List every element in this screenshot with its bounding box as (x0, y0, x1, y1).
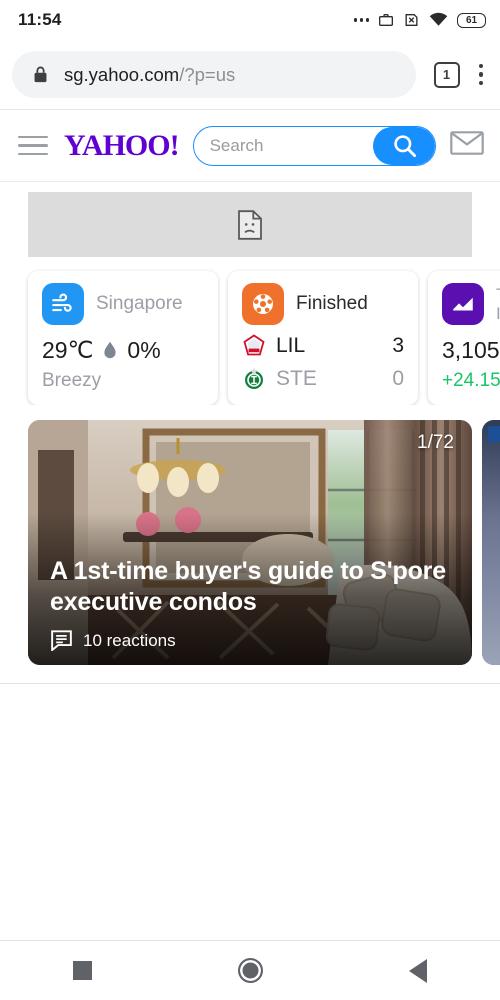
story-card[interactable]: 1/72 A 1st-time buyer's guide to S'pore … (28, 420, 472, 665)
browser-menu-button[interactable] (472, 58, 491, 92)
sports-team-name: STE (276, 367, 317, 390)
status-bar: 11:54 61 (0, 0, 500, 40)
wifi-icon (429, 12, 448, 26)
sports-row-away: STE 0 (242, 367, 404, 391)
story-carousel[interactable]: 1/72 A 1st-time buyer's guide to S'pore … (0, 405, 500, 665)
search-input[interactable] (193, 135, 373, 156)
story-title[interactable]: A 1st-time buyer's guide to S'pore execu… (50, 556, 450, 618)
raindrop-icon (104, 341, 117, 359)
finance-card[interactable]: Ti In 3,105.9 +24.15 ( (428, 271, 500, 405)
broken-image-icon (238, 209, 262, 240)
magnifier-icon (393, 135, 416, 158)
tab-count-label: 1 (442, 67, 451, 82)
story-reactions[interactable]: 10 reactions (50, 630, 450, 651)
finance-index-name: Ti In (496, 285, 500, 323)
story-photo-next (482, 420, 500, 665)
weather-readings: 29℃ 0% (42, 337, 204, 364)
story-counter: 1/72 (417, 432, 454, 453)
sports-team-name: LIL (276, 334, 306, 357)
android-nav-bar (0, 940, 500, 1000)
web-page-viewport: YAHOO! Search Singapore 29℃ 0% Breezy Fi… (0, 110, 500, 940)
url-domain: sg.yahoo.com (64, 63, 180, 85)
finance-value: 3,105.9 (442, 337, 500, 363)
envelope-icon[interactable] (450, 130, 484, 161)
page-filler (0, 684, 500, 940)
url-bar[interactable]: sg.yahoo.com/?p=us (12, 51, 416, 98)
saint-etienne-crest-icon (245, 367, 263, 389)
sports-card[interactable]: Finished LIL 3 STE 0 (228, 271, 418, 405)
finance-index-line2: In (496, 304, 500, 323)
finance-change: +24.15 ( (442, 370, 500, 391)
info-card-strip: Singapore 29℃ 0% Breezy Finished LIL 3 S… (0, 257, 500, 405)
more-dots-icon (353, 18, 369, 22)
wind-icon (42, 283, 84, 325)
lock-icon (34, 66, 47, 83)
soccer-ball-icon (242, 283, 284, 325)
status-icon-group: 61 (353, 12, 486, 28)
story-overlay: A 1st-time buyer's guide to S'pore execu… (50, 556, 450, 651)
weather-card[interactable]: Singapore 29℃ 0% Breezy (28, 271, 218, 405)
sports-team-score: 3 (392, 334, 404, 357)
weather-precipitation: 0% (127, 337, 161, 363)
weather-temperature: 29℃ (42, 337, 94, 363)
home-circle-icon[interactable] (238, 958, 263, 983)
yahoo-logo[interactable]: YAHOO! (64, 130, 180, 161)
sports-team-score: 0 (392, 367, 404, 390)
ad-slot (28, 192, 472, 257)
line-chart-icon (442, 283, 484, 325)
story-card-next[interactable] (482, 420, 500, 665)
battery-indicator: 61 (457, 12, 486, 28)
finance-card-header: Ti In (442, 283, 500, 325)
search-bar[interactable] (192, 125, 436, 166)
no-sim-icon (405, 14, 418, 26)
sports-row-home: LIL 3 (242, 334, 404, 358)
sports-status: Finished (296, 293, 368, 314)
sports-card-header: Finished (242, 283, 404, 325)
lille-crest-icon (243, 334, 265, 356)
status-time: 11:54 (18, 10, 62, 29)
yahoo-site-header: YAHOO! (0, 110, 500, 182)
story-reactions-label: 10 reactions (83, 630, 176, 650)
battery-level: 61 (465, 14, 478, 26)
tab-switcher-button[interactable]: 1 (433, 61, 460, 88)
work-briefcase-icon (379, 14, 393, 26)
hamburger-menu-icon[interactable] (16, 132, 50, 160)
search-submit-button[interactable] (373, 126, 435, 165)
recents-square-icon[interactable] (73, 961, 92, 980)
finance-index-line1: Ti (496, 285, 500, 304)
weather-location: Singapore (96, 293, 183, 314)
weather-condition: Breezy (42, 370, 102, 391)
url-path: /?p=us (179, 63, 236, 85)
back-triangle-icon[interactable] (409, 958, 427, 983)
weather-card-header: Singapore (42, 283, 204, 325)
browser-toolbar: sg.yahoo.com/?p=us 1 (0, 40, 500, 110)
url-text: sg.yahoo.com/?p=us (64, 64, 235, 86)
comment-icon (51, 630, 72, 651)
